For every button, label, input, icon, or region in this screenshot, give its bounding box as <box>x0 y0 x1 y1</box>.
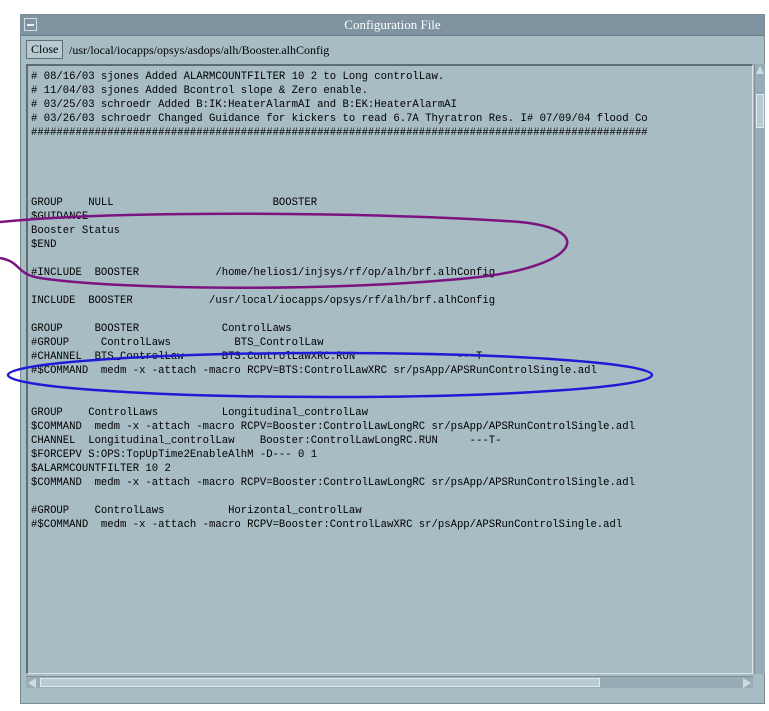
config-line: $GUIDANCE <box>31 211 89 223</box>
config-line: # 03/26/03 schroedr Changed Guidance for… <box>31 113 648 125</box>
config-line: $END <box>31 239 57 251</box>
config-line: GROUP BOOSTER ControlLaws <box>31 323 292 335</box>
config-line <box>31 140 648 154</box>
scroll-up-arrow-icon[interactable] <box>756 66 764 74</box>
config-line <box>31 490 648 504</box>
horizontal-scrollbar[interactable] <box>26 676 753 688</box>
config-line <box>31 182 648 196</box>
title-bar[interactable]: Configuration File <box>21 15 764 36</box>
config-line <box>31 280 648 294</box>
config-text-lines: # 08/16/03 sjones Added ALARMCOUNTFILTER… <box>31 70 648 532</box>
config-line <box>31 392 648 406</box>
config-text-area[interactable]: # 08/16/03 sjones Added ALARMCOUNTFILTER… <box>26 64 753 674</box>
config-line: #$COMMAND medm -x -attach -macro RCPV=Bo… <box>31 519 623 531</box>
config-line: #GROUP ControlLaws BTS_ControlLaw <box>31 337 324 349</box>
file-path-label: /usr/local/iocapps/opsys/asdops/alh/Boos… <box>69 43 330 57</box>
config-line: #$COMMAND medm -x -attach -macro RCPV=BT… <box>31 365 597 377</box>
config-line <box>31 168 648 182</box>
config-line: ########################################… <box>31 127 648 139</box>
horizontal-scroll-thumb[interactable] <box>40 678 600 687</box>
config-line <box>31 308 648 322</box>
config-line: $ALARMCOUNTFILTER 10 2 <box>31 463 171 475</box>
config-line: GROUP ControlLaws Longitudinal_controlLa… <box>31 407 368 419</box>
config-line <box>31 252 648 266</box>
config-line: # 08/16/03 sjones Added ALARMCOUNTFILTER… <box>31 71 445 83</box>
config-line: # 11/04/03 sjones Added Bcontrol slope &… <box>31 85 368 97</box>
config-line: $COMMAND medm -x -attach -macro RCPV=Boo… <box>31 421 635 433</box>
close-button[interactable]: Close <box>26 40 64 59</box>
config-line: #INCLUDE BOOSTER /home/helios1/injsys/rf… <box>31 267 496 279</box>
config-line: #CHANNEL BTS_ControlLaw BTS:ControlLawXR… <box>31 351 489 363</box>
window-title: Configuration File <box>344 17 441 32</box>
vertical-scrollbar[interactable] <box>754 64 765 674</box>
config-line <box>31 378 648 392</box>
scroll-left-arrow-icon[interactable] <box>28 678 36 688</box>
configuration-file-window: Configuration File Close /usr/local/ioca… <box>20 14 765 704</box>
config-line: # 03/25/03 schroedr Added B:IK:HeaterAla… <box>31 99 457 111</box>
toolbar: Close /usr/local/iocapps/opsys/asdops/al… <box>21 36 764 61</box>
config-line: CHANNEL Longitudinal_controlLaw Booster:… <box>31 435 502 447</box>
config-line: $FORCEPV S:OPS:TopUpTime2EnableAlhM -D--… <box>31 449 318 461</box>
vertical-scroll-thumb[interactable] <box>756 94 764 128</box>
config-line <box>31 154 648 168</box>
config-line: #GROUP ControlLaws Horizontal_controlLaw <box>31 505 362 517</box>
config-line: GROUP NULL BOOSTER <box>31 197 318 209</box>
config-line: $COMMAND medm -x -attach -macro RCPV=Boo… <box>31 477 635 489</box>
config-line: INCLUDE BOOSTER /usr/local/iocapps/opsys… <box>31 295 496 307</box>
config-line: Booster Status <box>31 225 121 237</box>
scroll-right-arrow-icon[interactable] <box>743 678 751 688</box>
